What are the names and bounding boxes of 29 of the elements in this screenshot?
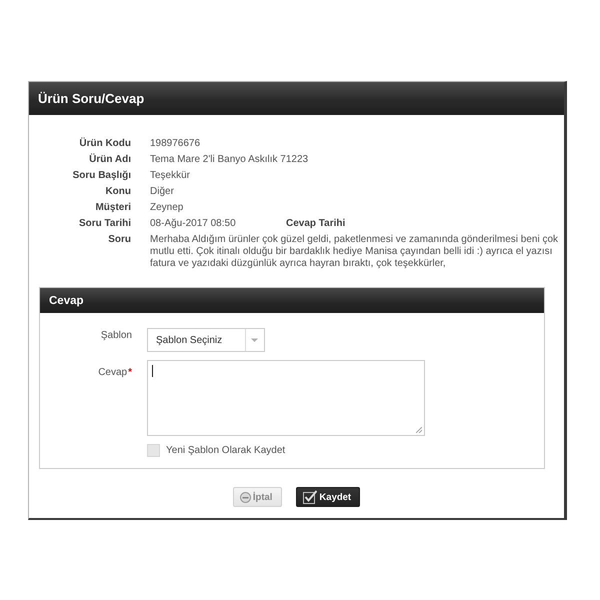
detail-value: Tema Mare 2'li Banyo Askılık 71223 bbox=[150, 153, 310, 167]
template-select[interactable]: Şablon Seçiniz bbox=[147, 328, 265, 352]
question-text: Merhaba Aldığım ürünler çok güzel geldi, paketlenmesi ve zamanında gönderilmesi beni çok mutlu etti. Çok itinalı olduğu bir bardaklık hediye Manisa çayından belli idi :) ayrıca el yazısı fatura ve yazıdaki düzgünlük ayrıca hayran bıraktı, çok teşekkürler, bbox=[150, 233, 560, 270]
checkbox-label: Yeni Şablon Olarak Kaydet bbox=[166, 445, 286, 456]
detail-value: Zeynep bbox=[150, 201, 184, 215]
detail-label: Soru Tarihi bbox=[78, 217, 131, 231]
minus-circle-icon bbox=[240, 492, 251, 502]
detail-label: Konu bbox=[104, 185, 131, 199]
detail-value: 08-Ağu-2017 08:50 bbox=[150, 217, 237, 231]
answer-field[interactable] bbox=[147, 360, 425, 436]
field-label: Cevap bbox=[98, 366, 128, 380]
panel-title: Cevap bbox=[49, 294, 84, 306]
checkbox-tick-icon bbox=[303, 490, 318, 504]
detail-value: Teşekkür bbox=[150, 169, 192, 183]
detail-label: Müşteri bbox=[94, 201, 131, 215]
detail-label: Ürün Adı bbox=[88, 152, 131, 167]
detail-label: Soru Başlığı bbox=[72, 169, 131, 183]
detail-value: 198976676 bbox=[150, 137, 202, 151]
checkbox[interactable] bbox=[147, 444, 160, 457]
resize-grip-icon[interactable] bbox=[416, 427, 422, 433]
detail-label: Ürün Kodu bbox=[78, 136, 131, 151]
dialog-title: Ürün Soru/Cevap bbox=[38, 91, 144, 106]
required-mark: * bbox=[128, 366, 132, 380]
field-label: Şablon bbox=[100, 329, 132, 343]
save-button[interactable]: Kaydet bbox=[296, 487, 360, 507]
detail-value: Diğer bbox=[150, 185, 175, 199]
detail-label: Soru bbox=[107, 233, 131, 247]
text-cursor-icon bbox=[152, 365, 153, 377]
detail-label: Cevap Tarihi bbox=[286, 217, 346, 231]
